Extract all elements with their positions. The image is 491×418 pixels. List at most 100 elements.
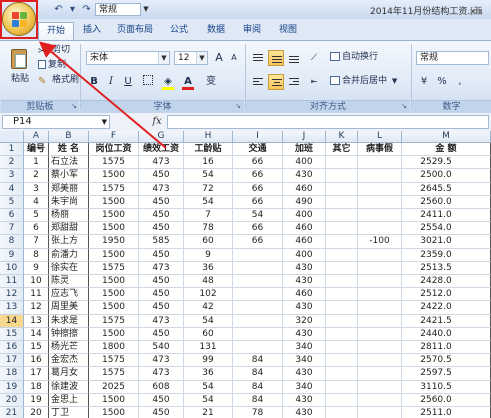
column-title-cell[interactable]: 交通	[233, 143, 283, 157]
column-header[interactable]: I	[233, 131, 283, 143]
table-cell[interactable]: 7	[24, 235, 49, 249]
row-header[interactable]: 6	[0, 209, 24, 223]
table-cell[interactable]	[326, 261, 358, 275]
table-cell[interactable]: 473	[139, 182, 184, 196]
redo-icon[interactable]: ↷	[80, 3, 93, 16]
table-cell[interactable]: 450	[139, 195, 184, 209]
table-cell[interactable]: 430	[283, 327, 326, 341]
table-cell[interactable]: 450	[139, 248, 184, 262]
table-cell[interactable]: 54	[184, 169, 233, 183]
table-cell[interactable]: 54	[184, 314, 233, 328]
table-cell[interactable]: 1500	[89, 222, 139, 236]
row-header[interactable]: 8	[0, 235, 24, 249]
table-cell[interactable]	[358, 288, 402, 302]
shrink-font-button[interactable]: A	[226, 50, 242, 66]
copy-button[interactable]: 复制	[38, 59, 66, 72]
column-header[interactable]: G	[139, 131, 184, 143]
table-cell[interactable]: 1575	[89, 354, 139, 368]
table-cell[interactable]	[233, 288, 283, 302]
paste-button[interactable]: 粘贴	[6, 47, 34, 93]
table-cell[interactable]: 1500	[89, 301, 139, 315]
table-cell[interactable]: 张上方	[49, 235, 89, 249]
table-cell[interactable]: 72	[184, 182, 233, 196]
column-title-cell[interactable]: 编号	[24, 143, 49, 157]
qa-dropdown-icon[interactable]: ▾	[66, 3, 79, 16]
table-cell[interactable]: 430	[283, 407, 326, 418]
table-cell[interactable]: 66	[233, 156, 283, 170]
table-cell[interactable]: 9	[184, 248, 233, 262]
column-header[interactable]: K	[326, 131, 358, 143]
table-cell[interactable]	[326, 209, 358, 223]
align-right-button[interactable]	[286, 74, 302, 90]
table-cell[interactable]	[326, 195, 358, 209]
formula-input[interactable]	[167, 115, 489, 129]
table-cell[interactable]: 54	[233, 209, 283, 223]
table-cell[interactable]: 400	[283, 209, 326, 223]
currency-button[interactable]: ¥	[416, 74, 432, 90]
table-cell[interactable]	[358, 195, 402, 209]
row-header[interactable]: 16	[0, 341, 24, 355]
table-cell[interactable]	[326, 367, 358, 381]
row-header[interactable]: 3	[0, 169, 24, 183]
table-cell[interactable]: 石立法	[49, 156, 89, 170]
border-button[interactable]	[140, 74, 156, 90]
table-cell[interactable]: 21	[184, 407, 233, 418]
row-header[interactable]: 12	[0, 288, 24, 302]
table-cell[interactable]: 54	[184, 195, 233, 209]
table-cell[interactable]: 6	[24, 222, 49, 236]
tab-view[interactable]: 视图	[274, 22, 302, 40]
font-size-combo[interactable]: 12 ▼	[174, 51, 208, 65]
dialog-launcher-icon[interactable]: ↘	[400, 102, 408, 110]
table-cell[interactable]: 8	[24, 248, 49, 262]
table-cell[interactable]: 2428.0	[402, 275, 491, 289]
row-header[interactable]: 14	[0, 314, 24, 328]
italic-button[interactable]: I	[103, 74, 119, 90]
table-cell[interactable]	[358, 354, 402, 368]
table-cell[interactable]: 450	[139, 407, 184, 418]
dialog-launcher-icon[interactable]: ↘	[70, 102, 78, 110]
table-cell[interactable]: 340	[283, 380, 326, 394]
table-cell[interactable]: 460	[283, 235, 326, 249]
table-cell[interactable]	[358, 275, 402, 289]
table-cell[interactable]: 450	[139, 222, 184, 236]
table-cell[interactable]: 430	[283, 275, 326, 289]
table-cell[interactable]: 钟擦擦	[49, 327, 89, 341]
tab-insert[interactable]: 插入	[78, 22, 106, 40]
table-cell[interactable]: 俞潘力	[49, 248, 89, 262]
phonetic-button[interactable]: 变	[200, 74, 222, 90]
column-title-cell[interactable]: 工龄贴	[184, 143, 233, 157]
table-cell[interactable]: 朱宇尚	[49, 195, 89, 209]
merge-center-button[interactable]: 合并后居中 ▼	[330, 75, 397, 88]
grow-font-button[interactable]: A	[211, 50, 227, 66]
table-cell[interactable]: 1800	[89, 341, 139, 355]
table-cell[interactable]	[358, 248, 402, 262]
fill-color-button[interactable]: ◈	[160, 74, 176, 90]
table-cell[interactable]: 473	[139, 354, 184, 368]
select-all-button[interactable]	[0, 131, 24, 143]
table-cell[interactable]: 473	[139, 367, 184, 381]
table-cell[interactable]: 13	[24, 314, 49, 328]
row-header[interactable]: 13	[0, 301, 24, 315]
table-cell[interactable]: 1575	[89, 261, 139, 275]
table-cell[interactable]: 2560.0	[402, 195, 491, 209]
table-cell[interactable]: 2554.0	[402, 222, 491, 236]
percent-button[interactable]: %	[434, 74, 450, 90]
table-cell[interactable]: 周里美	[49, 301, 89, 315]
table-cell[interactable]: 14	[24, 327, 49, 341]
table-cell[interactable]	[233, 261, 283, 275]
table-cell[interactable]: 徐实在	[49, 261, 89, 275]
table-cell[interactable]	[358, 367, 402, 381]
table-cell[interactable]: 5	[24, 209, 49, 223]
table-cell[interactable]: 131	[184, 341, 233, 355]
decrease-indent-button[interactable]: ⇤	[306, 74, 322, 90]
table-cell[interactable]: 84	[233, 367, 283, 381]
table-cell[interactable]	[326, 182, 358, 196]
comma-button[interactable]: ,	[452, 74, 468, 90]
table-cell[interactable]: 4	[24, 195, 49, 209]
row-header[interactable]: 9	[0, 248, 24, 262]
align-bottom-button[interactable]	[286, 50, 302, 66]
align-left-button[interactable]	[250, 74, 266, 90]
table-cell[interactable]	[358, 182, 402, 196]
column-title-cell[interactable]: 绩效工资	[139, 143, 184, 157]
table-cell[interactable]: 2500.0	[402, 169, 491, 183]
